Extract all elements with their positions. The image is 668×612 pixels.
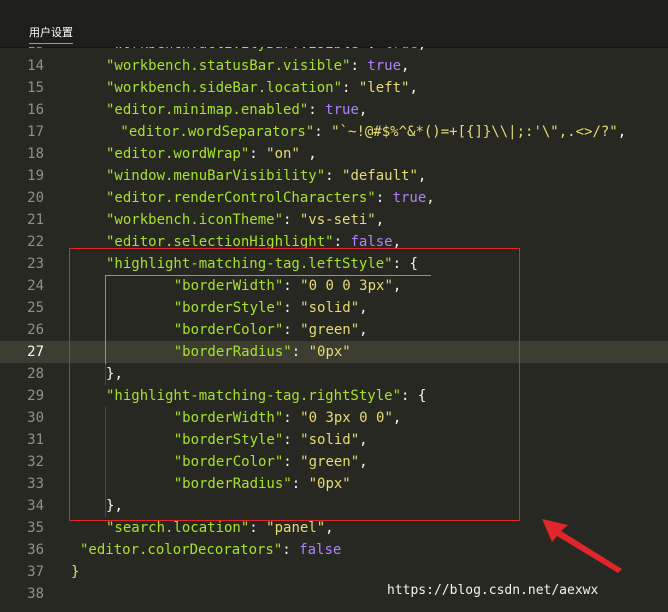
- code-token: :: [249, 146, 267, 162]
- code-token: ,: [409, 80, 418, 96]
- code-line[interactable]: 15 "workbench.sideBar.location": "left",: [0, 77, 668, 99]
- code-token: "editor.minimap.enabled": [106, 102, 309, 118]
- code-token: "workbench.statusBar.visible": [106, 58, 351, 74]
- line-code: "editor.minimap.enabled": true,: [106, 99, 367, 121]
- line-number: 18: [27, 146, 44, 162]
- code-token: "editor.renderControlCharacters": [106, 190, 376, 206]
- line-number: 26: [27, 322, 44, 338]
- code-line[interactable]: 19 "window.menuBarVisibility": "default",: [0, 165, 668, 187]
- code-token: true: [325, 102, 359, 118]
- code-token: "editor.wordWrap": [106, 146, 250, 162]
- code-token: "panel": [266, 520, 326, 536]
- code-token: ,: [417, 168, 427, 184]
- code-token: :: [314, 124, 332, 140]
- code-line[interactable]: 17 "editor.wordSeparators": "`~!@#$%^&*(…: [0, 121, 668, 143]
- line-number: 22: [27, 234, 44, 250]
- line-code: "editor.renderControlCharacters": true,: [106, 187, 435, 209]
- line-number: 30: [27, 410, 44, 426]
- line-number: 23: [27, 256, 44, 272]
- line-number: 32: [27, 454, 44, 470]
- line-code: "editor.colorDecorators": false: [80, 539, 341, 561]
- line-number: 27: [27, 344, 44, 360]
- line-number: 24: [27, 278, 44, 294]
- code-token: "editor.wordSeparators": [112, 124, 315, 140]
- code-token: :: [375, 190, 393, 206]
- line-number: 37: [27, 564, 44, 580]
- code-token: "on": [266, 146, 300, 162]
- code-line[interactable]: 14 "workbench.statusBar.visible": true,: [0, 55, 668, 77]
- line-code: "editor.wordSeparators": "`~!@#$%^&*()=+…: [112, 121, 626, 143]
- code-token: "search.location": [106, 520, 250, 536]
- code-token: :: [325, 168, 343, 184]
- tab-bar: 用户设置: [0, 0, 668, 48]
- code-token: :: [308, 102, 326, 118]
- code-token: :: [367, 47, 384, 52]
- code-token: :: [249, 520, 267, 536]
- line-number: 16: [27, 102, 44, 118]
- watermark-url: https://blog.csdn.net/aexwx: [387, 583, 599, 598]
- code-token: true: [384, 47, 418, 52]
- code-token: ,: [401, 58, 410, 74]
- code-token: :: [282, 542, 300, 558]
- line-code: "workbench.activityBar.visible": true,: [106, 47, 426, 55]
- code-token: "`~!@#$%^&*()=+[{]}\\|;:'\",.<>/?": [331, 124, 618, 140]
- line-number: 25: [27, 300, 44, 316]
- code-token: ,: [299, 146, 317, 162]
- code-token: ,: [325, 520, 334, 536]
- line-code: "editor.wordWrap": "on" ,: [106, 143, 317, 165]
- line-number: 21: [27, 212, 44, 228]
- code-token: "left": [358, 80, 410, 96]
- line-number: 17: [27, 124, 44, 140]
- code-token: "default": [342, 168, 418, 184]
- line-number: 35: [27, 520, 44, 536]
- line-code: }: [71, 561, 79, 583]
- red-arrow-icon: [542, 519, 622, 573]
- code-token: "vs-seti": [299, 212, 376, 228]
- line-code: "workbench.sideBar.location": "left",: [106, 77, 418, 99]
- active-tab-indicator: [29, 43, 73, 44]
- code-line[interactable]: 16 "editor.minimap.enabled": true,: [0, 99, 668, 121]
- line-number: 14: [27, 58, 44, 74]
- line-number: 29: [27, 388, 44, 404]
- code-line[interactable]: 18 "editor.wordWrap": "on" ,: [0, 143, 668, 165]
- code-token: :: [342, 80, 359, 96]
- line-number: 15: [27, 80, 44, 96]
- code-token: ,: [617, 124, 627, 140]
- code-token: :: [350, 58, 368, 74]
- line-number: 36: [27, 542, 44, 558]
- line-number: 19: [27, 168, 44, 184]
- code-token: false: [299, 542, 342, 558]
- line-number: 31: [27, 432, 44, 448]
- line-number: 20: [27, 190, 44, 206]
- code-token: true: [367, 58, 402, 74]
- code-token: true: [392, 190, 427, 206]
- tab-user-settings[interactable]: 用户设置: [29, 24, 73, 40]
- code-token: "editor.colorDecorators": [80, 542, 283, 558]
- code-line[interactable]: 21 "workbench.iconTheme": "vs-seti",: [0, 209, 668, 231]
- code-token: ,: [418, 47, 426, 52]
- line-number: 28: [27, 366, 44, 382]
- line-code: "workbench.iconTheme": "vs-seti",: [106, 209, 384, 231]
- line-code: "workbench.statusBar.visible": true,: [106, 55, 409, 77]
- code-token: ,: [375, 212, 385, 228]
- code-token: "workbench.activityBar.visible": [106, 47, 367, 52]
- line-number: 34: [27, 498, 44, 514]
- code-token: :: [283, 212, 300, 228]
- code-token: }: [71, 564, 80, 580]
- code-token: "window.menuBarVisibility": [106, 168, 326, 184]
- code-line[interactable]: 13 "workbench.activityBar.visible": true,: [0, 47, 668, 55]
- code-token: ,: [358, 102, 368, 118]
- code-line[interactable]: 20 "editor.renderControlCharacters": true…: [0, 187, 668, 209]
- code-token: "workbench.sideBar.location": [106, 80, 343, 96]
- line-number: 13: [0, 47, 44, 55]
- annotation-highlight-box: [69, 248, 520, 521]
- line-code: "window.menuBarVisibility": "default",: [106, 165, 426, 187]
- line-number: 33: [27, 476, 44, 492]
- code-token: "workbench.iconTheme": [106, 212, 284, 228]
- line-number: 38: [27, 586, 44, 602]
- code-token: ,: [426, 190, 435, 206]
